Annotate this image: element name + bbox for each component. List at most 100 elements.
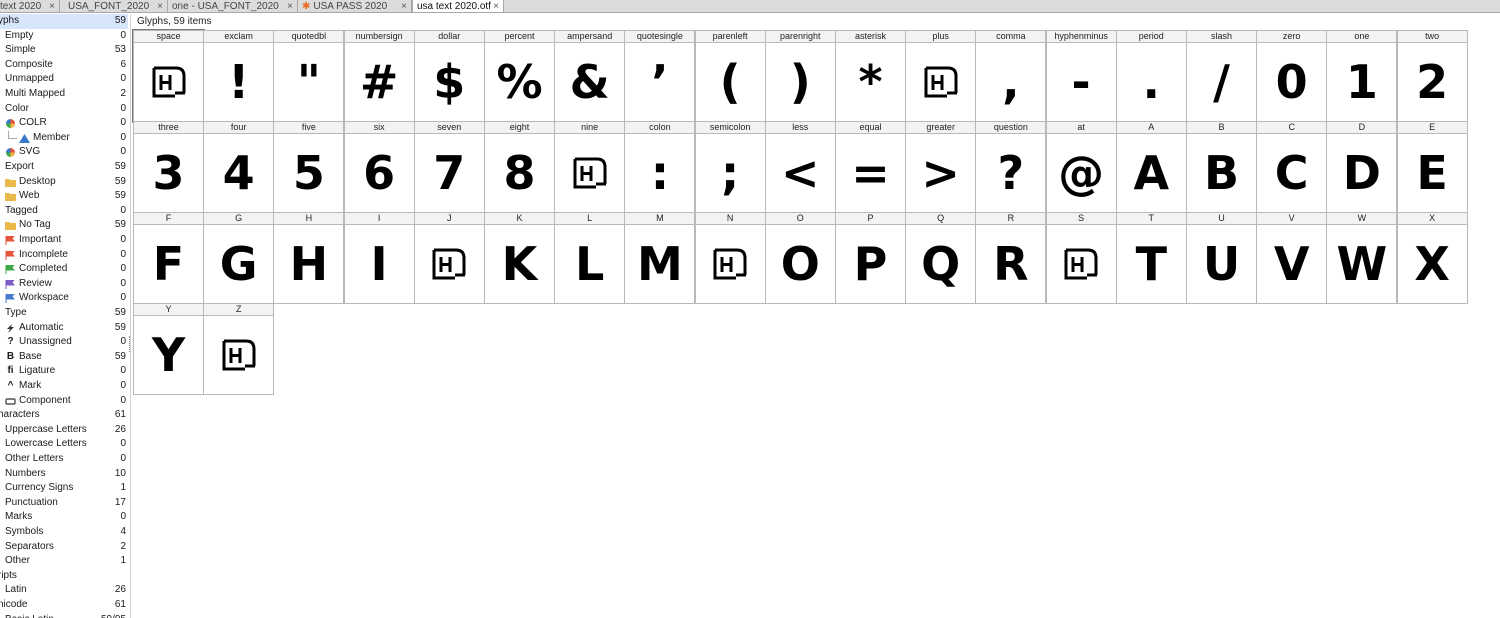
glyph-cell[interactable]: one 1 — [1326, 30, 1398, 122]
sidebar-item[interactable]: Automatic 59 — [0, 321, 128, 336]
tab-3[interactable]: ✱ USA PASS 2020 × — [298, 0, 412, 12]
glyph-cell[interactable]: quotedbl " — [273, 30, 345, 122]
sidebar-item[interactable]: COLR 0 — [0, 116, 128, 131]
glyph-cell[interactable]: exclam! — [203, 30, 275, 122]
sidebar-item[interactable]: Composite 6 — [0, 58, 128, 73]
tab-0[interactable]: text 2020 × — [0, 0, 60, 12]
glyph-cell[interactable]: three 3 — [133, 121, 204, 213]
glyph-cell[interactable]: parenleft ( — [694, 30, 766, 122]
sidebar-item[interactable]: ^ Mark 0 — [0, 379, 128, 394]
sidebar-item[interactable]: Web 59 — [0, 189, 128, 204]
glyph-cell[interactable]: four 4 — [203, 121, 275, 213]
glyph-cell[interactable]: plus — [905, 30, 977, 122]
sidebar-item[interactable]: Punctuation 17 — [0, 496, 128, 511]
sidebar-item[interactable]: Simple 53 — [0, 43, 128, 58]
glyph-cell[interactable]: greater > — [905, 121, 977, 213]
glyph-cell[interactable]: J — [413, 212, 485, 304]
glyph-cell[interactable]: asterisk * — [835, 30, 906, 122]
glyph-cell[interactable]: less < — [764, 121, 836, 213]
glyph-cell[interactable]: space — [132, 29, 205, 123]
glyph-cell[interactable]: MM — [624, 212, 696, 304]
sidebar-item[interactable]: Type 59 — [0, 306, 128, 321]
sidebar-item[interactable]: B Base 59 — [0, 350, 128, 365]
sidebar-item[interactable]: Marks 0 — [0, 510, 128, 525]
sidebar-item[interactable]: Empty 0 — [0, 29, 128, 44]
sidebar-item[interactable]: Component 0 — [0, 394, 128, 409]
glyph-cell[interactable]: seven 7 — [413, 121, 485, 213]
sidebar-item[interactable]: Uppercase Letters 26 — [0, 423, 128, 438]
glyph-cell[interactable]: quotesingle ’ — [624, 30, 696, 122]
glyph-cell[interactable]: CC — [1256, 121, 1328, 213]
glyph-cell[interactable]: RR — [975, 212, 1047, 304]
sidebar-item[interactable]: Completed 0 — [0, 262, 128, 277]
sidebar-item[interactable]: Workspace 0 — [0, 291, 128, 306]
glyph-cell[interactable]: VV — [1256, 212, 1328, 304]
splitter-handle[interactable] — [129, 336, 130, 352]
glyph-cell[interactable]: FF — [133, 212, 204, 304]
close-icon[interactable]: × — [49, 0, 55, 12]
glyph-cell[interactable]: equal = — [835, 121, 906, 213]
glyph-cell[interactable]: Z — [203, 303, 275, 395]
sidebar-item[interactable]: Other 1 — [0, 554, 128, 569]
glyph-cell[interactable]: N — [694, 212, 766, 304]
glyph-cell[interactable]: BB — [1186, 121, 1257, 213]
close-icon[interactable]: × — [493, 0, 499, 12]
glyph-cell[interactable]: percent% — [484, 30, 555, 122]
glyph-cell[interactable]: WW — [1326, 212, 1398, 304]
sidebar-item[interactable]: ripts — [0, 569, 128, 584]
sidebar-item[interactable]: yphs 59 — [0, 14, 128, 29]
sidebar-item[interactable]: Separators 2 — [0, 540, 128, 555]
glyph-cell[interactable]: numbersign # — [343, 30, 415, 122]
sidebar-item[interactable]: Review 0 — [0, 277, 128, 292]
close-icon[interactable]: × — [157, 0, 163, 12]
glyph-cell[interactable]: six 6 — [343, 121, 415, 213]
sidebar-item[interactable]: Desktop 59 — [0, 175, 128, 190]
glyph-cell[interactable]: KK — [484, 212, 555, 304]
sidebar-item[interactable]: Other Letters 0 — [0, 452, 128, 467]
glyph-cell[interactable]: question? — [975, 121, 1047, 213]
glyph-cell[interactable]: XX — [1396, 212, 1468, 304]
glyph-cell[interactable]: parenright) — [764, 30, 836, 122]
sidebar-item[interactable]: Important 0 — [0, 233, 128, 248]
sidebar-item[interactable]: Currency Signs 1 — [0, 481, 128, 496]
glyph-cell[interactable]: nine — [554, 121, 626, 213]
close-icon[interactable]: × — [287, 0, 293, 12]
glyph-cell[interactable]: five 5 — [273, 121, 345, 213]
glyph-cell[interactable]: LL — [554, 212, 626, 304]
sidebar-item[interactable]: Numbers 10 — [0, 467, 128, 482]
sidebar-item[interactable]: Multi Mapped 2 — [0, 87, 128, 102]
glyph-cell[interactable]: comma, — [975, 30, 1047, 122]
glyph-cell[interactable]: UU — [1186, 212, 1257, 304]
glyph-cell[interactable]: colon: — [624, 121, 696, 213]
glyph-cell[interactable]: semicolon; — [694, 121, 766, 213]
sidebar-item[interactable]: Color 0 — [0, 102, 128, 117]
sidebar-item[interactable]: SVG 0 — [0, 145, 128, 160]
glyph-cell[interactable]: PP — [835, 212, 906, 304]
sidebar-item[interactable]: nicode 61 — [0, 598, 128, 613]
sidebar-item[interactable]: Symbols 4 — [0, 525, 128, 540]
glyph-cell[interactable]: QQ — [905, 212, 977, 304]
glyph-cell[interactable]: EE — [1396, 121, 1468, 213]
glyph-cell[interactable]: zero 0 — [1256, 30, 1328, 122]
tab-4[interactable]: usa text 2020.otf × — [412, 0, 504, 12]
sidebar-item[interactable]: ? Unassigned 0 — [0, 335, 128, 350]
tab-1[interactable]: USA_FONT_2020 × — [64, 0, 168, 12]
glyph-cell[interactable]: at @ — [1045, 121, 1117, 213]
sidebar-item[interactable]: No Tag 59 — [0, 218, 128, 233]
close-icon[interactable]: × — [401, 0, 407, 12]
glyph-cell[interactable]: DD — [1326, 121, 1398, 213]
sidebar-item[interactable]: Incomplete 0 — [0, 248, 128, 263]
glyph-cell[interactable]: dollar $ — [413, 30, 485, 122]
sidebar-item[interactable]: Basic Latin 59/95 — [0, 613, 128, 618]
glyph-cell[interactable]: hyphenminus - — [1045, 30, 1117, 122]
sidebar-item[interactable]: Latin 26 — [0, 583, 128, 598]
sidebar-item[interactable]: Member 0 — [0, 130, 128, 146]
sidebar-item[interactable]: haracters 61 — [0, 408, 128, 423]
tab-2[interactable]: one - USA_FONT_2020 × — [168, 0, 298, 12]
glyph-cell[interactable]: two 2 — [1396, 30, 1468, 122]
glyph-cell[interactable]: OO — [764, 212, 836, 304]
glyph-cell[interactable]: eight 8 — [484, 121, 555, 213]
sidebar-item[interactable]: Tagged 0 — [0, 204, 128, 219]
glyph-cell[interactable]: GG — [203, 212, 275, 304]
glyph-cell[interactable]: TT — [1115, 212, 1187, 304]
